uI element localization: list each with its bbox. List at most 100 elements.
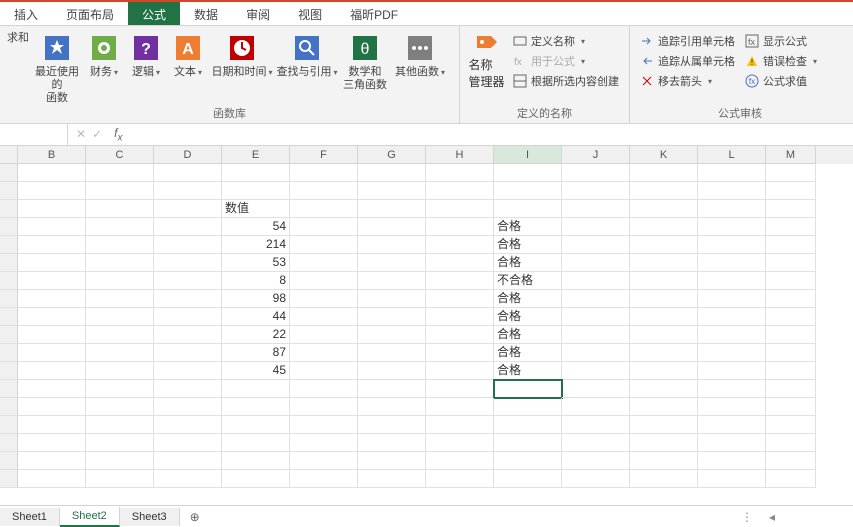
cell[interactable]	[154, 254, 222, 272]
col-header-I[interactable]: I	[494, 146, 562, 164]
cell[interactable]	[630, 308, 698, 326]
cell[interactable]	[358, 452, 426, 470]
cell[interactable]	[358, 164, 426, 182]
cell[interactable]	[766, 236, 816, 254]
cell[interactable]	[18, 434, 86, 452]
cell[interactable]	[154, 218, 222, 236]
cell[interactable]	[358, 308, 426, 326]
cell[interactable]	[562, 344, 630, 362]
cell[interactable]	[86, 344, 154, 362]
cell[interactable]	[698, 218, 766, 236]
cell[interactable]	[154, 362, 222, 380]
col-header-H[interactable]: H	[426, 146, 494, 164]
cell[interactable]	[766, 416, 816, 434]
cell[interactable]	[630, 290, 698, 308]
cell[interactable]	[154, 182, 222, 200]
cell[interactable]	[222, 452, 290, 470]
cell[interactable]	[630, 362, 698, 380]
cell[interactable]	[698, 380, 766, 398]
cell[interactable]	[290, 236, 358, 254]
col-header-C[interactable]: C	[86, 146, 154, 164]
cell[interactable]	[154, 380, 222, 398]
cell[interactable]	[698, 362, 766, 380]
cell[interactable]	[494, 416, 562, 434]
cell[interactable]: 合格	[494, 236, 562, 254]
lookup-button[interactable]: 查找与引用▾	[276, 28, 338, 105]
cell[interactable]	[426, 362, 494, 380]
cell[interactable]	[426, 236, 494, 254]
col-header-J[interactable]: J	[562, 146, 630, 164]
col-header-M[interactable]: M	[766, 146, 816, 164]
cell[interactable]	[630, 254, 698, 272]
cell[interactable]	[494, 470, 562, 488]
cell[interactable]	[358, 344, 426, 362]
cell[interactable]	[630, 452, 698, 470]
cell[interactable]	[698, 416, 766, 434]
cell[interactable]	[494, 434, 562, 452]
cell[interactable]: 54	[222, 218, 290, 236]
cell[interactable]	[86, 416, 154, 434]
cell[interactable]	[222, 182, 290, 200]
sheet-tab-3[interactable]: Sheet3	[120, 508, 180, 526]
cell[interactable]	[154, 236, 222, 254]
cell[interactable]	[18, 326, 86, 344]
tab-data[interactable]: 数据	[180, 2, 232, 25]
cell[interactable]	[766, 290, 816, 308]
cell[interactable]	[358, 416, 426, 434]
cell[interactable]	[222, 380, 290, 398]
datetime-button[interactable]: 日期和时间▾	[210, 28, 274, 105]
cell[interactable]	[426, 344, 494, 362]
tab-pagelayout[interactable]: 页面布局	[52, 2, 128, 25]
cell[interactable]	[290, 164, 358, 182]
logic-button[interactable]: ? 逻辑▾	[126, 28, 166, 105]
cell[interactable]	[698, 290, 766, 308]
cell[interactable]	[86, 470, 154, 488]
cell[interactable]	[290, 272, 358, 290]
cell[interactable]	[358, 362, 426, 380]
cell[interactable]	[358, 218, 426, 236]
cell[interactable]	[494, 200, 562, 218]
cell[interactable]	[358, 434, 426, 452]
cell[interactable]	[562, 362, 630, 380]
show-formulas-cmd[interactable]: fx显示公式	[741, 32, 821, 50]
cell[interactable]: 不合格	[494, 272, 562, 290]
cell[interactable]	[426, 164, 494, 182]
cell[interactable]	[18, 452, 86, 470]
cell[interactable]	[562, 182, 630, 200]
cell[interactable]	[562, 452, 630, 470]
cell[interactable]	[222, 434, 290, 452]
cell[interactable]	[766, 362, 816, 380]
cell[interactable]	[86, 380, 154, 398]
cell[interactable]	[698, 326, 766, 344]
cell[interactable]	[630, 236, 698, 254]
cell[interactable]: 53	[222, 254, 290, 272]
cell[interactable]	[86, 272, 154, 290]
cell[interactable]: 合格	[494, 254, 562, 272]
cell[interactable]	[290, 452, 358, 470]
cell[interactable]	[358, 470, 426, 488]
cell[interactable]	[290, 434, 358, 452]
cell[interactable]	[290, 326, 358, 344]
cell[interactable]	[426, 200, 494, 218]
cell[interactable]	[86, 164, 154, 182]
cell[interactable]	[698, 434, 766, 452]
cell[interactable]	[630, 434, 698, 452]
cell[interactable]	[562, 164, 630, 182]
cell[interactable]	[630, 272, 698, 290]
cell[interactable]	[494, 164, 562, 182]
cell[interactable]	[698, 200, 766, 218]
cell[interactable]: 45	[222, 362, 290, 380]
cell[interactable]	[698, 452, 766, 470]
cancel-icon[interactable]: ✕	[76, 127, 86, 141]
cell[interactable]: 合格	[494, 362, 562, 380]
col-header-E[interactable]: E	[222, 146, 290, 164]
cell[interactable]	[290, 398, 358, 416]
cell[interactable]	[154, 164, 222, 182]
cell[interactable]	[18, 362, 86, 380]
cell[interactable]	[290, 290, 358, 308]
cell[interactable]	[290, 362, 358, 380]
cell[interactable]	[562, 254, 630, 272]
cell[interactable]	[630, 398, 698, 416]
cell[interactable]	[698, 182, 766, 200]
cell[interactable]	[358, 200, 426, 218]
